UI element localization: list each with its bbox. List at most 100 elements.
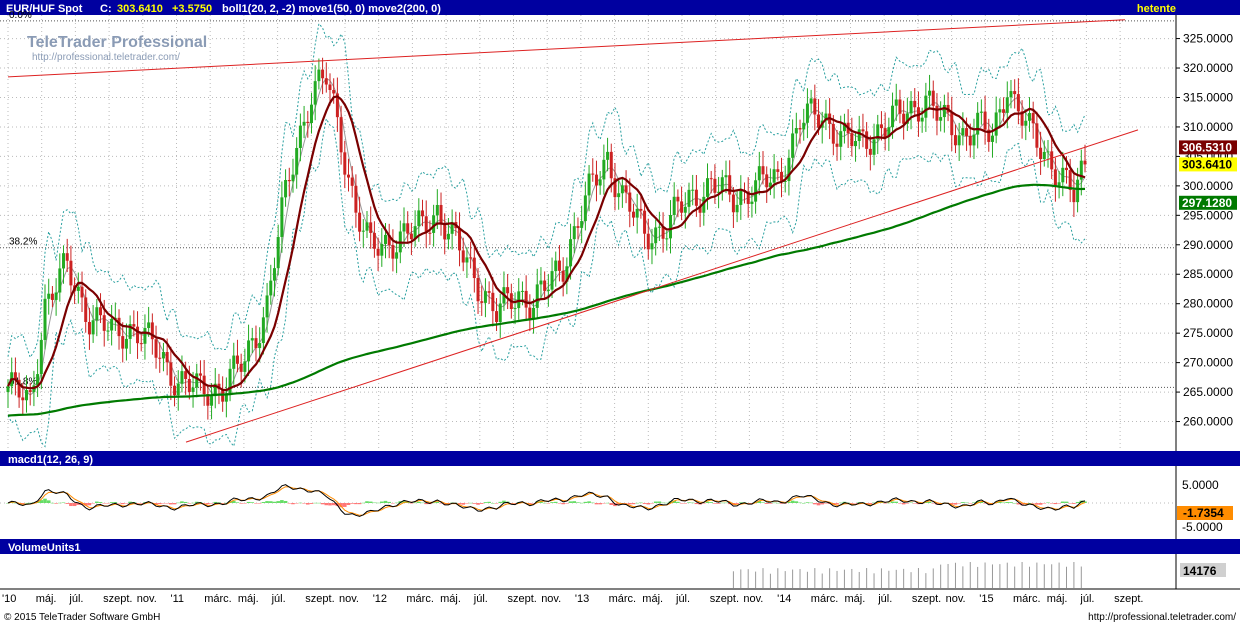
candle-body xyxy=(409,233,413,240)
candle-body xyxy=(920,117,924,122)
candle-body xyxy=(646,233,650,250)
candle-body xyxy=(284,179,288,198)
macd-hist-bar xyxy=(313,502,317,504)
candle-body xyxy=(561,270,565,282)
candle-body xyxy=(1031,113,1035,124)
macd-hist-bar xyxy=(901,503,906,505)
candle-body xyxy=(953,135,957,146)
candle-body xyxy=(321,69,325,79)
xtick-label: júl. xyxy=(877,593,892,605)
macd-hist-bar xyxy=(1064,501,1069,503)
candle-body xyxy=(76,286,80,291)
candle-body xyxy=(602,159,606,180)
macd-hist-bar xyxy=(639,502,643,504)
xtick-label: '12 xyxy=(373,593,387,605)
xtick-label: márc. xyxy=(406,593,434,605)
macd-hist-bar xyxy=(790,500,795,503)
xtick-label: márc. xyxy=(1013,593,1041,605)
macd-hist-bar xyxy=(483,502,488,503)
period-label: hetente xyxy=(1137,3,1176,15)
macd-hist-bar xyxy=(1042,503,1047,504)
candle-body xyxy=(87,321,91,335)
ytick-label: 300.0000 xyxy=(1183,179,1233,193)
macd-hist-bar xyxy=(383,500,388,503)
candle-body xyxy=(421,210,425,217)
candle-body xyxy=(339,117,343,153)
xtick-label: máj. xyxy=(36,593,57,605)
candle-body xyxy=(506,287,510,294)
macd-hist-bar xyxy=(576,502,580,503)
candle-body xyxy=(328,84,332,90)
candle-body xyxy=(169,362,173,386)
candle-body xyxy=(935,105,939,121)
volume-title-bar xyxy=(0,539,1240,554)
macd-hist-bar xyxy=(724,502,728,504)
candle-body xyxy=(705,178,709,197)
candle-body xyxy=(313,81,317,105)
candle-body xyxy=(794,128,798,134)
candle-body xyxy=(591,173,595,175)
candle-body xyxy=(99,307,103,316)
xtick-label: szept. xyxy=(710,593,739,605)
candle-body xyxy=(417,210,421,227)
candle-body xyxy=(724,175,728,178)
candle-body xyxy=(879,124,883,129)
candle-body xyxy=(402,223,406,232)
candle-body xyxy=(446,233,450,240)
candle-body xyxy=(1013,91,1017,95)
candle-body xyxy=(469,257,473,259)
candle-body xyxy=(931,90,935,106)
xtick-label: '14 xyxy=(777,593,791,605)
macd-hist-bar xyxy=(835,503,839,505)
macd-hist-bar xyxy=(968,503,973,504)
candle-body xyxy=(580,221,584,228)
macd-hist-bar xyxy=(1053,503,1058,505)
candle-body xyxy=(694,189,698,206)
macd-hist-bar xyxy=(761,502,765,503)
macd-hist-bar xyxy=(169,503,173,505)
candle-body xyxy=(1024,120,1028,126)
xtick-label: szept. xyxy=(305,593,334,605)
candle-body xyxy=(1016,94,1020,112)
macd-hist-bar xyxy=(494,503,499,504)
badge-ma50: 306.5310 xyxy=(1182,140,1232,154)
macd-hist-bar xyxy=(461,503,466,505)
macd-hist-bar xyxy=(372,502,377,504)
macd-hist-bar xyxy=(716,503,721,504)
watermark-brand: TeleTrader Professional xyxy=(27,34,207,51)
candle-body xyxy=(443,223,447,240)
xtick-label: máj. xyxy=(642,593,663,605)
macd-hist-bar xyxy=(542,502,547,504)
candle-body xyxy=(1027,113,1031,121)
candle-body xyxy=(435,204,439,216)
macd-hist-bar xyxy=(568,501,573,503)
xtick-label: nov. xyxy=(137,593,157,605)
macd-tick-5: 5.0000 xyxy=(1182,478,1219,492)
ytick-label: 285.0000 xyxy=(1183,267,1233,281)
macd-hist-bar xyxy=(328,503,332,506)
macd-hist-bar xyxy=(391,503,395,504)
macd-hist-bar xyxy=(587,501,591,503)
candle-body xyxy=(617,193,621,198)
macd-hist-bar xyxy=(276,501,280,503)
candle-body xyxy=(372,232,376,249)
candle-body xyxy=(472,257,476,279)
badge-ma200: 297.1280 xyxy=(1182,196,1232,210)
macd-hist-bar xyxy=(243,503,247,504)
xtick-label: nov. xyxy=(339,593,359,605)
candle-body xyxy=(606,151,610,160)
macd-hist-bar xyxy=(801,502,806,504)
candle-body xyxy=(480,301,484,303)
macd-hist-bar xyxy=(98,502,103,503)
macd-hist-bar xyxy=(709,502,713,503)
candle-body xyxy=(1046,151,1050,153)
macd-hist-bar xyxy=(476,503,480,505)
candle-body xyxy=(495,311,499,323)
candle-body xyxy=(28,390,32,393)
indicators-label: boll1(20, 2, -2) move1(50, 0) move2(200,… xyxy=(222,3,441,15)
candle-body xyxy=(254,338,258,349)
macd-hist-bar xyxy=(683,503,688,504)
candle-body xyxy=(557,260,561,271)
candle-body xyxy=(1009,91,1013,98)
candle-body xyxy=(332,89,336,94)
